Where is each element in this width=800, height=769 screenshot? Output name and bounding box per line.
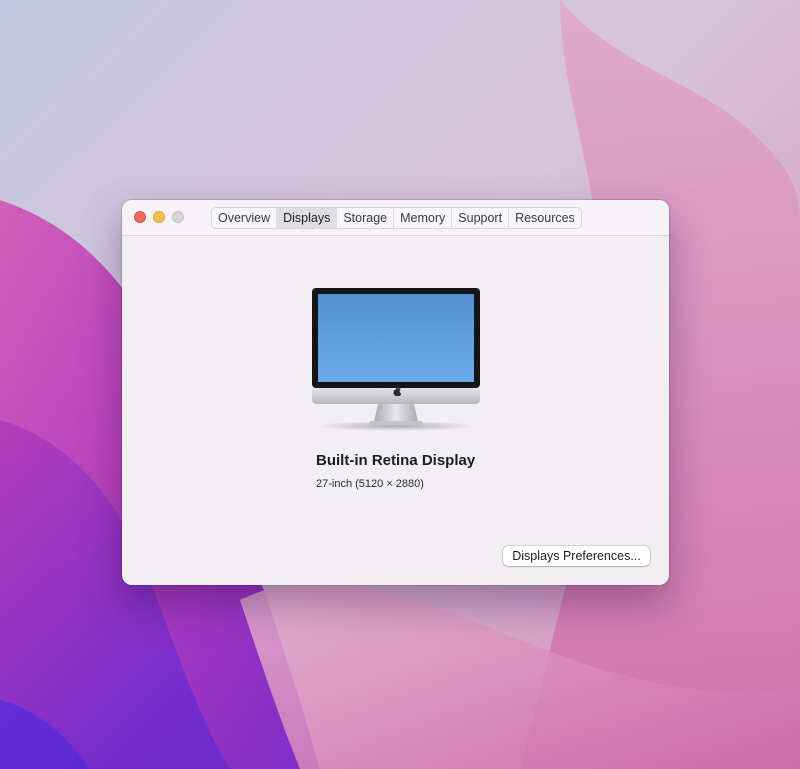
tab-resources[interactable]: Resources xyxy=(509,208,581,228)
displays-pane: Built-in Retina Display 27-inch (5120 × … xyxy=(122,236,669,585)
titlebar: Overview Displays Storage Memory Support… xyxy=(122,200,669,236)
tab-overview[interactable]: Overview xyxy=(212,208,278,228)
tab-bar: Overview Displays Storage Memory Support… xyxy=(211,207,582,229)
about-this-mac-window: Overview Displays Storage Memory Support… xyxy=(122,200,669,585)
tab-memory[interactable]: Memory xyxy=(394,208,453,228)
minimize-button[interactable] xyxy=(153,211,165,223)
tab-displays[interactable]: Displays xyxy=(277,208,338,228)
desktop: Overview Displays Storage Memory Support… xyxy=(0,0,800,769)
tab-storage[interactable]: Storage xyxy=(337,208,395,228)
displays-preferences-button[interactable]: Displays Preferences... xyxy=(503,546,650,566)
close-button[interactable] xyxy=(134,211,146,223)
display-resolution: 27-inch (5120 × 2880) xyxy=(316,478,424,490)
zoom-button xyxy=(172,211,184,223)
tab-support[interactable]: Support xyxy=(452,208,510,228)
display-name: Built-in Retina Display xyxy=(316,452,476,469)
imac-icon xyxy=(312,288,480,431)
